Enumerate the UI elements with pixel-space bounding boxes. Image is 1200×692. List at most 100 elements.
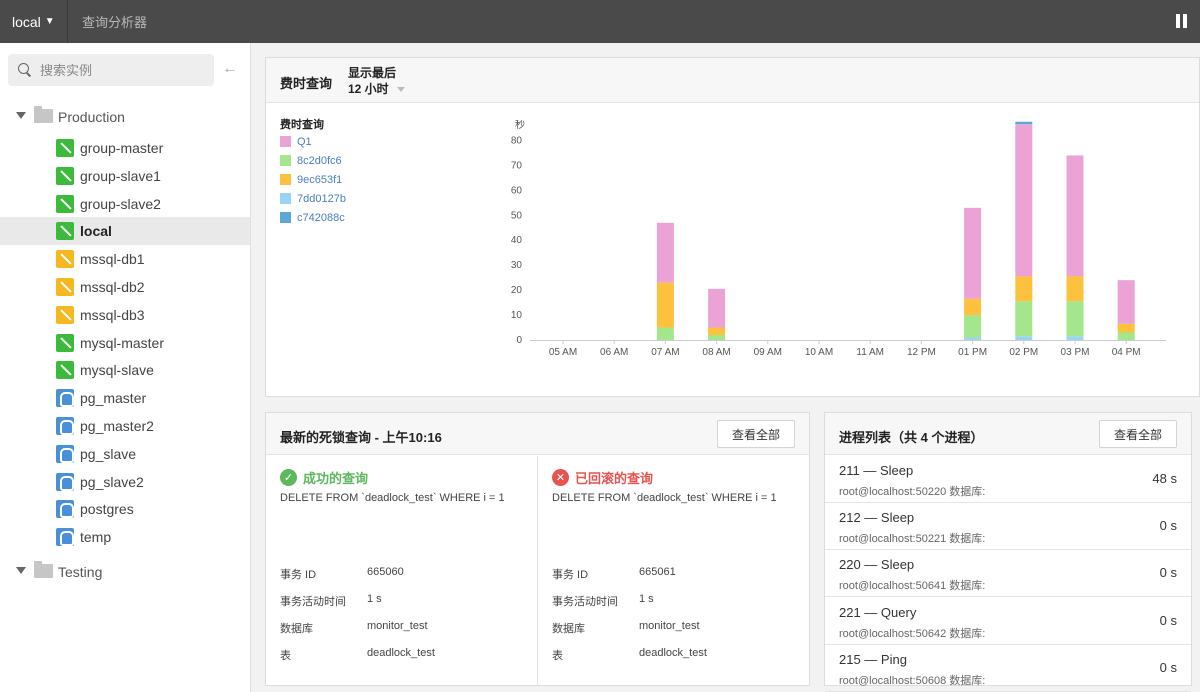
legend-swatch [280, 193, 291, 204]
sidebar-item-label: pg_master [80, 390, 147, 407]
mysql-icon [56, 222, 74, 241]
y-tick-label: 10 [511, 310, 523, 321]
y-tick-label: 60 [511, 185, 523, 196]
field-row: 表 deadlock_test [280, 647, 530, 674]
x-tick-label: 09 AM [754, 347, 782, 358]
sidebar-item-label: local [80, 223, 112, 240]
collapse-sidebar-icon[interactable]: ← [222, 60, 238, 78]
process-connection: root@localhost:50220 数据库: [839, 486, 986, 498]
mysql-icon [56, 166, 74, 185]
sidebar-item-mssql-db2[interactable]: mssql-db2 [0, 273, 250, 301]
process-connection: root@localhost:50608 数据库: [839, 674, 986, 687]
bar-segment[interactable] [1066, 336, 1084, 340]
sidebar-item-mysql-master[interactable]: mysql-master [0, 329, 250, 357]
server-selector[interactable]: local ▼ [0, 0, 68, 43]
sidebar-item-label: mysql-slave [80, 362, 154, 379]
status-text: 已回滚的查询 [575, 471, 654, 486]
sidebar-item-mssql-db3[interactable]: mssql-db3 [0, 301, 250, 329]
legend-item[interactable]: c742088c [280, 208, 346, 227]
expand-triangle-icon[interactable] [16, 112, 26, 119]
sidebar-item-group-slave1[interactable]: group-slave1 [0, 162, 250, 190]
bar-segment[interactable] [1015, 336, 1033, 340]
sidebar-item-postgres[interactable]: postgres [0, 495, 250, 523]
process-title-text: 211 — Sleep [839, 463, 914, 478]
y-tick-label: 50 [511, 210, 523, 221]
bar-segment[interactable] [1117, 280, 1135, 324]
sidebar-item-pg_master2[interactable]: pg_master2 [0, 412, 250, 440]
mssql-icon [56, 278, 74, 296]
bar-segment[interactable] [656, 327, 674, 340]
y-tick-label: 30 [511, 260, 523, 271]
bar-segment[interactable] [1015, 121, 1033, 125]
process-row[interactable]: 215 — Ping root@localhost:50608 数据库: 0 s [825, 645, 1191, 692]
bar-segment[interactable] [1015, 276, 1033, 302]
process-row[interactable]: 211 — Sleep root@localhost:50220 数据库: 48 s [825, 456, 1191, 503]
bar-segment[interactable] [1015, 124, 1033, 277]
legend-item[interactable]: 9ec653f1 [280, 170, 346, 189]
pause-icon[interactable] [1176, 14, 1188, 28]
status-label: ✓ 成功的查询 [280, 468, 368, 487]
legend-item[interactable]: 7dd0127b [280, 189, 346, 208]
range-dropdown[interactable]: 12 小时 [348, 80, 405, 97]
group-testing[interactable]: Testing [0, 557, 250, 585]
sidebar-item-label: group-slave1 [80, 167, 161, 184]
bar-segment[interactable] [964, 207, 982, 299]
bar-segment[interactable] [1066, 155, 1084, 277]
sidebar-item-mssql-db1[interactable]: mssql-db1 [0, 245, 250, 273]
field-row: 事务 ID 665060 [280, 566, 530, 593]
bar-segment[interactable] [1117, 332, 1135, 340]
bar-segment[interactable] [708, 327, 726, 336]
pg-icon [56, 528, 74, 547]
bar-segment[interactable] [964, 337, 982, 340]
process-row[interactable]: 212 — Sleep root@localhost:50221 数据库: 0 s [825, 503, 1191, 551]
search-box[interactable] [8, 54, 214, 86]
bar-segment[interactable] [1015, 301, 1033, 337]
view-all-processes-button[interactable]: 查看全部 [1098, 420, 1177, 448]
bar-segment[interactable] [1066, 276, 1084, 302]
process-row[interactable]: 220 — Sleep root@localhost:50641 数据库: 0 s [825, 550, 1191, 598]
bar-segment[interactable] [708, 335, 726, 340]
bar-segment[interactable] [1117, 323, 1135, 333]
sidebar-item-pg_slave[interactable]: pg_slave [0, 440, 250, 468]
sidebar-item-label: group-slave2 [80, 195, 161, 212]
sidebar-item-mysql-slave[interactable]: mysql-slave [0, 356, 250, 384]
chart-title: 费时查询 [280, 76, 333, 91]
process-row[interactable]: 221 — Query root@localhost:50642 数据库: 0 s [825, 598, 1191, 645]
deadlock-title: 最新的死锁查询 - 上午10:16 [280, 430, 442, 445]
sidebar-item-pg_master[interactable]: pg_master [0, 384, 250, 412]
chart-header: 费时查询 显示最后 12 小时 [266, 58, 1199, 103]
pg-icon [56, 444, 74, 463]
bar-segment[interactable] [656, 222, 674, 283]
x-tick-label: 01 PM [958, 347, 987, 358]
rolledback-query: ✕ 已回滚的查询 DELETE FROM `deadlock_test` WHER… [538, 456, 810, 686]
expand-triangle-icon[interactable] [16, 567, 26, 574]
field-value: 665061 [639, 566, 676, 578]
server-name: local [12, 13, 41, 30]
sidebar-item-label: pg_slave [80, 445, 137, 462]
legend-label: c742088c [297, 211, 345, 224]
search-input[interactable] [40, 62, 190, 78]
sidebar-item-pg_slave2[interactable]: pg_slave2 [0, 468, 250, 496]
group-production[interactable]: Production [0, 102, 250, 130]
y-tick-label: 40 [511, 235, 523, 246]
process-title: 进程列表（共 4 个进程） [839, 430, 984, 445]
x-tick-label: 03 PM [1061, 347, 1090, 358]
process-duration: 0 s [1159, 612, 1177, 628]
bar-segment[interactable] [656, 282, 674, 328]
field-row: 数据库 monitor_test [280, 620, 530, 647]
field-key: 表 [552, 650, 563, 662]
view-all-deadlocks-button[interactable]: 查看全部 [716, 420, 795, 448]
legend-item[interactable]: Q1 [280, 132, 346, 151]
bar-segment[interactable] [964, 315, 982, 338]
bar-segment[interactable] [1066, 301, 1084, 337]
legend-item[interactable]: 8c2d0fc6 [280, 151, 346, 170]
bar-segment[interactable] [964, 298, 982, 316]
sidebar-item-group-master[interactable]: group-master [0, 134, 250, 162]
sidebar-item-temp[interactable]: temp [0, 523, 250, 551]
sidebar-item-local[interactable]: local [0, 217, 250, 246]
sidebar-item-label: group-master [80, 140, 164, 156]
sidebar-item-group-slave2[interactable]: group-slave2 [0, 190, 250, 218]
process-title-text: 212 — Sleep [839, 510, 915, 526]
process-connection: root@localhost:50642 数据库: [839, 627, 986, 640]
bar-segment[interactable] [708, 288, 726, 328]
